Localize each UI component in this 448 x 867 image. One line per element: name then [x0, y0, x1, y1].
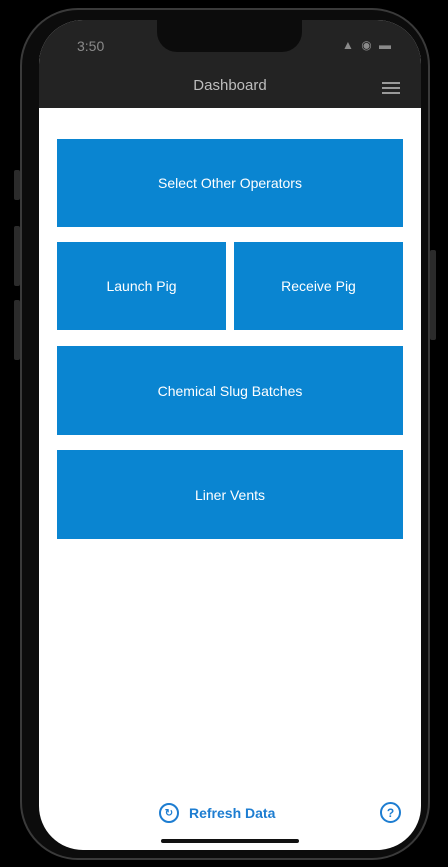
volume-down-button [14, 300, 20, 360]
page-title: Dashboard [193, 77, 267, 94]
chemical-slug-batches-button[interactable]: Chemical Slug Batches [57, 346, 403, 435]
silent-switch [14, 170, 20, 200]
refresh-icon: ↻ [159, 803, 179, 823]
app-screen: 3:50 ▲ ◉ ▬ Dashboard Select Other Operat… [39, 20, 421, 850]
volume-up-button [14, 226, 20, 286]
receive-pig-button[interactable]: Receive Pig [234, 242, 403, 330]
power-button [430, 250, 436, 340]
navigation-bar: 3:50 ▲ ◉ ▬ Dashboard [39, 20, 421, 108]
liner-vents-button[interactable]: Liner Vents [57, 450, 403, 539]
status-icons: ▲ ◉ ▬ [341, 38, 393, 52]
home-indicator [161, 839, 299, 843]
status-time: 3:50 [77, 38, 105, 54]
hamburger-menu-icon[interactable] [382, 82, 400, 94]
notch [157, 20, 302, 52]
select-other-operators-button[interactable]: Select Other Operators [57, 139, 403, 227]
refresh-label: Refresh Data [189, 805, 276, 821]
refresh-data-button[interactable]: ↻ Refresh Data [159, 803, 275, 823]
help-icon[interactable]: ? [380, 802, 401, 823]
launch-pig-button[interactable]: Launch Pig [57, 242, 226, 330]
